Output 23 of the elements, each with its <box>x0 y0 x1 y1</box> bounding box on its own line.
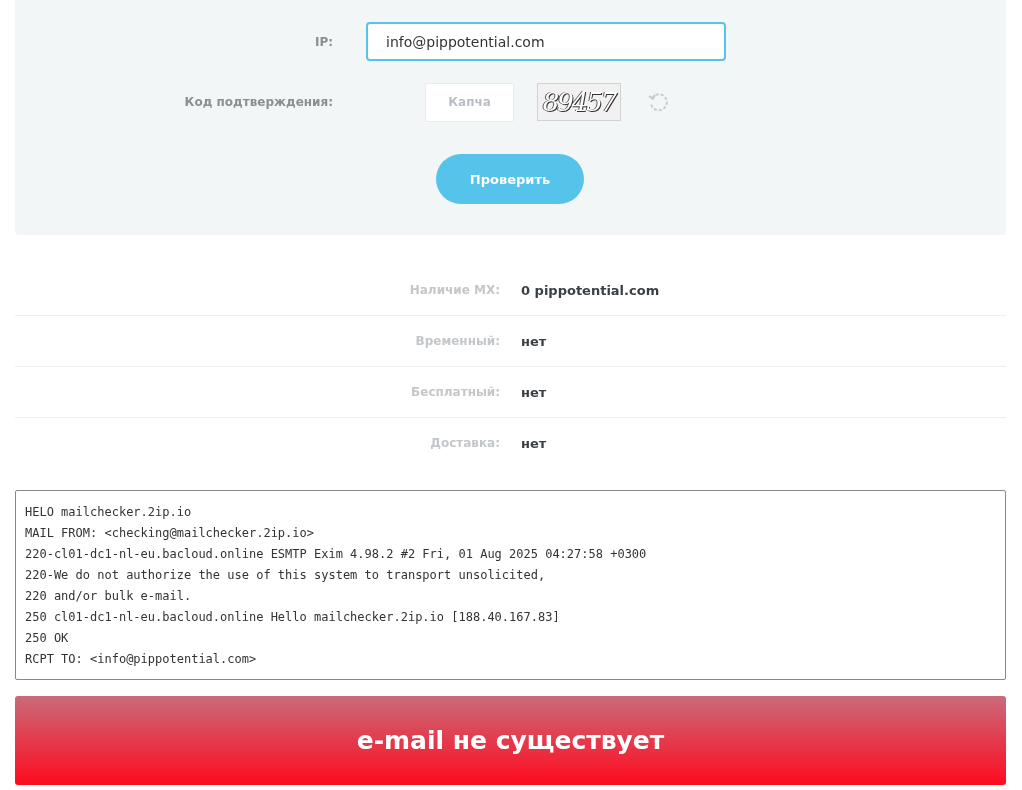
result-label: Наличие MX: <box>408 283 500 297</box>
captcha-image: 89457 <box>537 83 621 121</box>
log-line: 250 OK <box>25 630 70 647</box>
refresh-icon[interactable] <box>647 91 669 113</box>
result-value: 0 pippotential.com <box>521 282 660 298</box>
log-line: MAIL FROM: <checking@mailchecker.2ip.io> <box>25 525 315 542</box>
result-label: Временный: <box>414 334 500 348</box>
log-line: 220 and/or bulk e-mail. <box>25 588 193 605</box>
captcha-input[interactable]: Капча <box>425 82 514 122</box>
log-line: 220-cl01-dc1-nl-eu.bacloud.online ESMTP Exim 4.98.2 #2 Fri, 01 Aug 2025 04:27:58 +0300 <box>25 546 648 563</box>
log-line: 220-We do not authorize the use of this system to transport unsolicited, <box>25 567 547 584</box>
result-label: Доставка: <box>429 436 500 450</box>
log-line: 250 cl01-dc1-nl-eu.bacloud.online Hello mailchecker.2ip.io [188.40.167.83] <box>25 609 561 626</box>
ip-label: IP: <box>313 34 333 49</box>
result-message: e-mail не существует <box>356 726 665 755</box>
ip-input[interactable]: info@pippotential.com <box>366 22 726 61</box>
result-label: Бесплатный: <box>410 385 500 399</box>
result-value: нет <box>521 435 547 451</box>
log-line: RCPT TO: <info@pippotential.com> <box>25 651 258 668</box>
log-line: HELO mailchecker.2ip.io <box>25 504 193 521</box>
captcha-label: Код подтверждения: <box>183 95 333 109</box>
result-value: нет <box>521 384 547 400</box>
result-value: нет <box>521 333 547 349</box>
